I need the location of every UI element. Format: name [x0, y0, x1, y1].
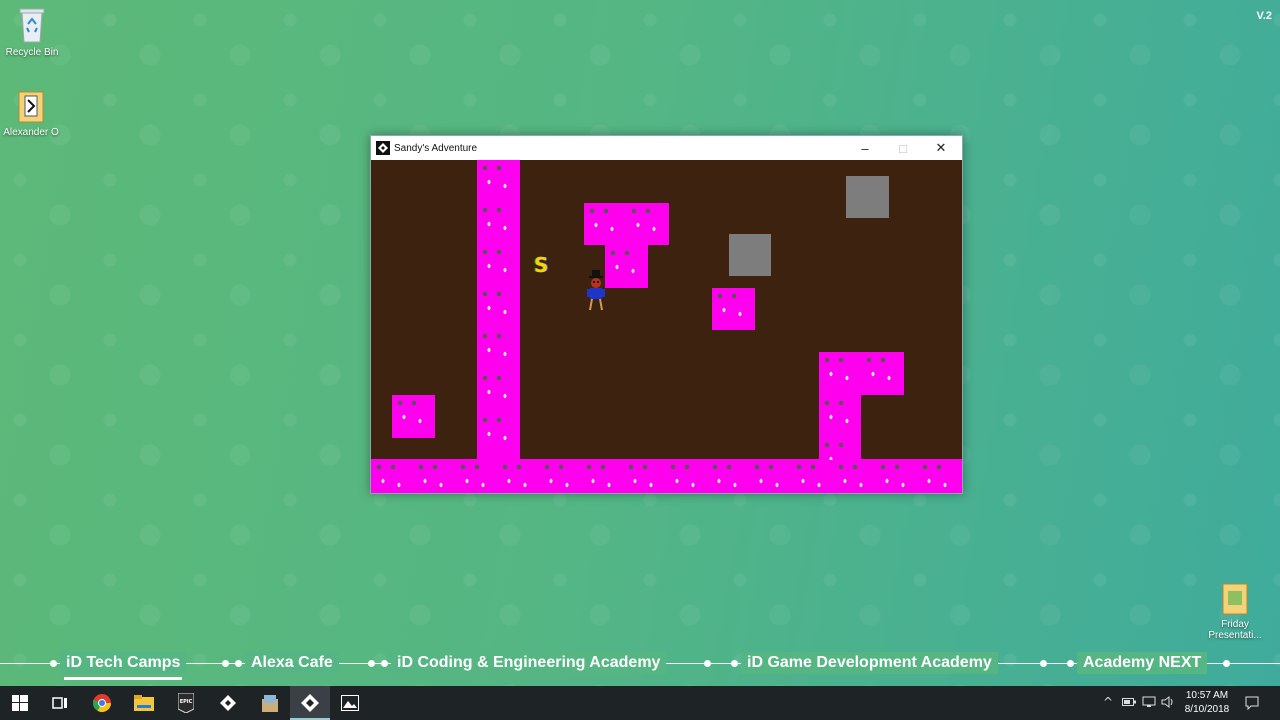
platform-tile	[819, 395, 861, 460]
desktop-icon-friday-presentation[interactable]: Friday Presentati...	[1201, 582, 1269, 641]
platform-tile	[819, 352, 904, 395]
task-view-icon	[52, 697, 67, 709]
banner-dot	[381, 660, 388, 667]
taskbar-photos[interactable]	[330, 686, 370, 720]
gray-block	[729, 234, 771, 276]
game-window[interactable]: Sandy's Adventure – □ ✕ S	[370, 135, 963, 494]
start-button[interactable]	[0, 686, 40, 720]
close-button[interactable]: ✕	[922, 136, 960, 160]
chrome-icon	[93, 694, 111, 713]
windows-start-icon	[12, 695, 28, 711]
taskbar-installer[interactable]	[250, 686, 290, 720]
battery-icon[interactable]	[1122, 697, 1136, 707]
network-icon[interactable]	[1142, 696, 1156, 708]
photos-icon	[341, 695, 359, 711]
desktop-icon-label: Friday Presentati...	[1208, 619, 1262, 641]
floor-tiles	[371, 459, 962, 493]
taskbar-game-maker-running[interactable]	[290, 686, 330, 720]
desktop-icon-label: Recycle Bin	[5, 47, 59, 58]
desktop-icon-recycle-bin[interactable]: Recycle Bin	[0, 6, 66, 58]
clock-date: 8/10/2018	[1184, 704, 1230, 715]
banner-dot	[704, 660, 711, 667]
installer-icon	[262, 695, 278, 712]
notifications-icon[interactable]	[1245, 696, 1259, 710]
epic-games-icon: EPIC	[178, 693, 194, 713]
banner-dot	[1067, 660, 1074, 667]
tray-chevron-icon[interactable]: ^	[1103, 695, 1113, 709]
banner-dot	[1223, 660, 1230, 667]
banner-link-id-tech-camps[interactable]: iD Tech Camps	[60, 652, 187, 680]
recycle-bin-icon	[19, 8, 45, 43]
taskbar-game-maker[interactable]	[208, 686, 248, 720]
maximize-button[interactable]: □	[884, 136, 922, 160]
platform-tile	[605, 245, 648, 288]
clock-time: 10:57 AM	[1185, 690, 1229, 701]
volume-icon[interactable]	[1161, 696, 1175, 708]
coin-pickup: S	[534, 253, 549, 277]
banner-link-alexa-cafe[interactable]: Alexa Cafe	[245, 652, 339, 674]
desktop-icon-label: Alexander O	[3, 127, 59, 138]
campaign-banner: iD Tech Camps Alexa Cafe iD Coding & Eng…	[0, 652, 1280, 680]
banner-dot	[731, 660, 738, 667]
game-canvas[interactable]: S	[371, 160, 962, 493]
banner-link-coding-academy[interactable]: iD Coding & Engineering Academy	[391, 652, 667, 674]
taskbar-task-view[interactable]	[40, 686, 80, 720]
version-label: V.2	[1256, 10, 1272, 22]
game-maker-icon	[376, 141, 390, 155]
window-title: Sandy's Adventure	[394, 142, 478, 154]
game-maker-running-icon	[301, 694, 319, 712]
system-clock[interactable]: 10:57 AM 8/10/2018	[1178, 689, 1236, 717]
wall-tile-pillar	[477, 160, 520, 460]
taskbar-epic-games[interactable]: EPIC	[166, 686, 206, 720]
banner-dot	[235, 660, 242, 667]
banner-dot	[368, 660, 375, 667]
game-maker-icon	[220, 695, 236, 711]
taskbar: EPIC ^ 10:57 AM 8/10/2018	[0, 686, 1280, 720]
banner-dot	[222, 660, 229, 667]
taskbar-chrome[interactable]	[82, 686, 122, 720]
banner-link-game-dev-academy[interactable]: iD Game Development Academy	[741, 652, 998, 674]
file-explorer-icon	[134, 695, 154, 711]
platform-tile	[392, 395, 435, 438]
folder-icon	[18, 91, 44, 123]
minimize-button[interactable]: –	[846, 136, 884, 160]
banner-dot	[1040, 660, 1047, 667]
platform-tile	[584, 203, 669, 245]
player-character	[587, 270, 605, 311]
epic-games-label: EPIC	[180, 699, 193, 705]
desktop-icon-alexander[interactable]: Alexander O	[0, 90, 65, 138]
taskbar-file-explorer[interactable]	[124, 686, 164, 720]
title-bar[interactable]: Sandy's Adventure – □ ✕	[371, 136, 962, 160]
folder-icon	[1222, 583, 1248, 615]
banner-dot	[50, 660, 57, 667]
platform-tile	[712, 288, 755, 330]
gray-block	[846, 176, 889, 218]
banner-link-academy-next[interactable]: Academy NEXT	[1077, 652, 1208, 674]
